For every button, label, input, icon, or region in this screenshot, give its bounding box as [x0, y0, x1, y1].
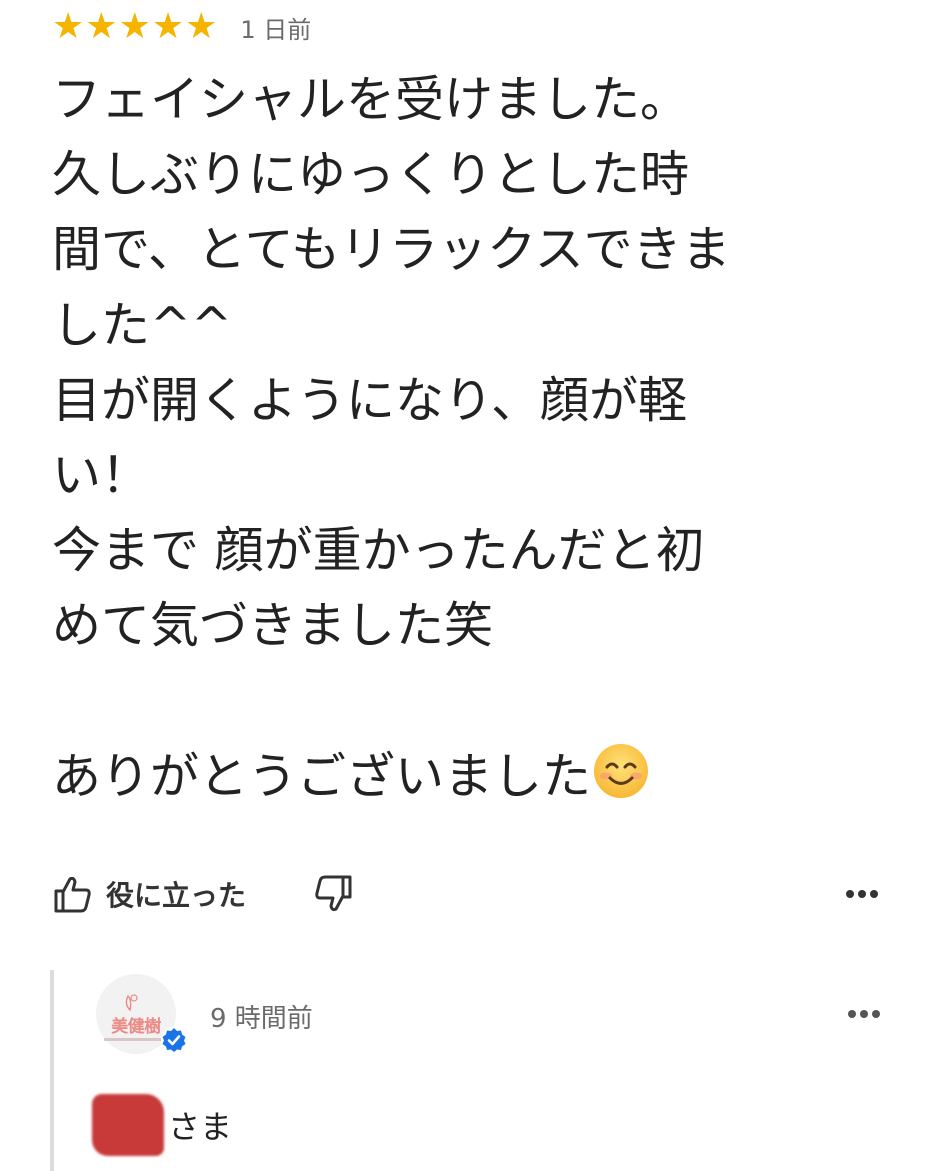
owner-reply: 美健樹 9 時間前 さま — [50, 970, 914, 1171]
review-text-line: 間で、とてもリラックスできま — [52, 221, 731, 279]
thumbs-down-icon — [315, 875, 352, 912]
review-text-line: した^^ — [52, 296, 233, 354]
not-helpful-button[interactable] — [312, 873, 354, 915]
review-actions: 役に立った — [52, 864, 882, 924]
star-icon: ★ — [118, 6, 151, 47]
owner-logo-subline — [104, 1038, 168, 1041]
review-header: ★ ★ ★ ★ ★ 1 日前 — [52, 8, 311, 46]
star-rating: ★ ★ ★ ★ ★ — [52, 9, 218, 45]
redacted-name — [92, 1094, 164, 1156]
review-text-line: い！ — [52, 446, 151, 504]
review-text-line: 久しぶりにゆっくりとした時 — [52, 146, 690, 204]
brand-logo-mark-icon — [125, 994, 138, 1012]
verified-check-icon — [161, 1027, 187, 1053]
review-text-line-last: ありがとうございました — [52, 739, 912, 814]
review-timestamp: 1 日前 — [240, 15, 312, 44]
smiling-face-emoji-icon — [594, 743, 649, 798]
more-options-icon[interactable] — [842, 880, 882, 908]
review-text-line: めて気づきました笑 — [52, 597, 494, 655]
review-text-closing: ありがとうございました — [52, 747, 592, 805]
review-text: フェイシャルを受けました。 久しぶりにゆっくりとした時 間で、とてもリラックスで… — [52, 62, 912, 814]
star-icon: ★ — [185, 6, 218, 47]
helpful-button[interactable]: 役に立った — [52, 873, 246, 915]
reply-more-options-icon[interactable] — [844, 1000, 884, 1028]
reply-text: さま — [92, 1094, 232, 1156]
star-icon: ★ — [151, 6, 185, 47]
star-icon: ★ — [52, 6, 85, 47]
review-text-line: フェイシャルを受けました。 — [52, 71, 690, 128]
thumbs-up-icon — [54, 876, 91, 913]
helpful-label: 役に立った — [106, 879, 247, 912]
review-text-line: 目が開くようになり、顔が軽 — [52, 371, 688, 429]
star-icon: ★ — [85, 6, 118, 47]
review-text-line: 今まで 顔が重かったんだと初 — [52, 522, 705, 580]
reply-timestamp: 9 時間前 — [210, 1004, 313, 1034]
reply-text-content: さま — [168, 1108, 233, 1146]
review-blank-line — [52, 664, 912, 739]
